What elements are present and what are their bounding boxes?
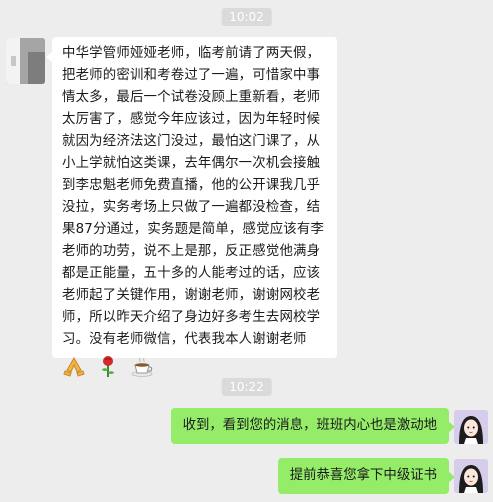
timestamp: 10:22 — [221, 378, 272, 396]
outgoing-message-text: 提前恭喜您拿下中级证书 — [289, 468, 437, 483]
emoji-row — [62, 353, 328, 379]
outgoing-message-bubble[interactable]: 收到，看到您的消息，班班内心也是激动地 — [170, 408, 456, 444]
rose-icon — [96, 354, 120, 378]
avatar[interactable] — [454, 410, 488, 444]
incoming-message-bubble[interactable]: 中华学管师娅娅老师，临考前请了两天假，把老师的密训和考卷过了一遍，可惜家中事情太… — [46, 37, 337, 377]
outgoing-message-text: 收到，看到您的消息，班班内心也是激动地 — [182, 418, 437, 433]
outgoing-message-bubble[interactable]: 提前恭喜您拿下中级证书 — [277, 458, 456, 494]
salute-hands-icon — [62, 354, 86, 378]
coffee-icon — [130, 354, 154, 378]
avatar[interactable] — [454, 459, 488, 493]
timestamp: 10:02 — [221, 8, 272, 26]
avatar[interactable] — [6, 38, 45, 84]
incoming-message-text: 中华学管师娅娅老师，临考前请了两天假，把老师的密训和考卷过了一遍，可惜家中事情太… — [62, 46, 325, 347]
